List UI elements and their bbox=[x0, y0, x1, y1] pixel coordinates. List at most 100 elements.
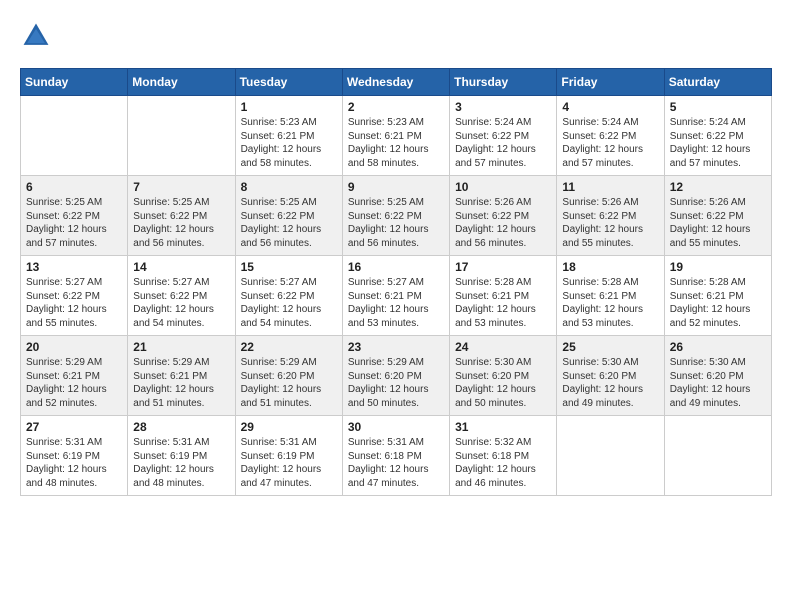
calendar-cell: 9 Sunrise: 5:25 AM Sunset: 6:22 PM Daylig… bbox=[342, 176, 449, 256]
day-info: Sunrise: 5:30 AM Sunset: 6:20 PM Dayligh… bbox=[562, 356, 658, 410]
day-number: 11 bbox=[562, 180, 658, 194]
day-info: Sunrise: 5:27 AM Sunset: 6:22 PM Dayligh… bbox=[241, 276, 337, 330]
day-number: 4 bbox=[562, 100, 658, 114]
calendar-cell: 31 Sunrise: 5:32 AM Sunset: 6:18 PM Dayli… bbox=[450, 416, 557, 496]
day-info: Sunrise: 5:31 AM Sunset: 6:19 PM Dayligh… bbox=[133, 436, 229, 490]
day-number: 15 bbox=[241, 260, 337, 274]
day-info: Sunrise: 5:31 AM Sunset: 6:19 PM Dayligh… bbox=[26, 436, 122, 490]
day-number: 8 bbox=[241, 180, 337, 194]
calendar-cell: 6 Sunrise: 5:25 AM Sunset: 6:22 PM Daylig… bbox=[21, 176, 128, 256]
day-number: 29 bbox=[241, 420, 337, 434]
day-number: 6 bbox=[26, 180, 122, 194]
day-info: Sunrise: 5:25 AM Sunset: 6:22 PM Dayligh… bbox=[26, 196, 122, 250]
day-info: Sunrise: 5:29 AM Sunset: 6:20 PM Dayligh… bbox=[241, 356, 337, 410]
calendar-week-4: 20 Sunrise: 5:29 AM Sunset: 6:21 PM Dayli… bbox=[21, 336, 772, 416]
day-number: 26 bbox=[670, 340, 766, 354]
calendar-cell bbox=[557, 416, 664, 496]
calendar-header-sunday: Sunday bbox=[21, 69, 128, 96]
calendar-cell: 21 Sunrise: 5:29 AM Sunset: 6:21 PM Dayli… bbox=[128, 336, 235, 416]
calendar-header-thursday: Thursday bbox=[450, 69, 557, 96]
day-info: Sunrise: 5:29 AM Sunset: 6:21 PM Dayligh… bbox=[133, 356, 229, 410]
calendar-cell: 7 Sunrise: 5:25 AM Sunset: 6:22 PM Daylig… bbox=[128, 176, 235, 256]
day-info: Sunrise: 5:26 AM Sunset: 6:22 PM Dayligh… bbox=[455, 196, 551, 250]
day-number: 16 bbox=[348, 260, 444, 274]
day-info: Sunrise: 5:30 AM Sunset: 6:20 PM Dayligh… bbox=[455, 356, 551, 410]
day-number: 17 bbox=[455, 260, 551, 274]
calendar-cell: 2Sunrise: 5:23 AM Sunset: 6:21 PM Daylig… bbox=[342, 96, 449, 176]
logo bbox=[20, 20, 58, 52]
day-info: Sunrise: 5:24 AM Sunset: 6:22 PM Dayligh… bbox=[455, 116, 551, 170]
day-info: Sunrise: 5:27 AM Sunset: 6:21 PM Dayligh… bbox=[348, 276, 444, 330]
day-number: 3 bbox=[455, 100, 551, 114]
day-info: Sunrise: 5:28 AM Sunset: 6:21 PM Dayligh… bbox=[562, 276, 658, 330]
calendar-header-wednesday: Wednesday bbox=[342, 69, 449, 96]
calendar-cell: 16 Sunrise: 5:27 AM Sunset: 6:21 PM Dayli… bbox=[342, 256, 449, 336]
calendar-cell: 1 Sunrise: 5:23 AM Sunset: 6:21 PM Daylig… bbox=[235, 96, 342, 176]
calendar-cell: 17 Sunrise: 5:28 AM Sunset: 6:21 PM Dayli… bbox=[450, 256, 557, 336]
day-number: 12 bbox=[670, 180, 766, 194]
day-number: 28 bbox=[133, 420, 229, 434]
day-number: 18 bbox=[562, 260, 658, 274]
page-header bbox=[20, 20, 772, 52]
calendar-week-1: 1 Sunrise: 5:23 AM Sunset: 6:21 PM Daylig… bbox=[21, 96, 772, 176]
day-number: 21 bbox=[133, 340, 229, 354]
day-info: Sunrise: 5:27 AM Sunset: 6:22 PM Dayligh… bbox=[26, 276, 122, 330]
day-info: Sunrise: 5:32 AM Sunset: 6:18 PM Dayligh… bbox=[455, 436, 551, 490]
calendar-cell: 8 Sunrise: 5:25 AM Sunset: 6:22 PM Daylig… bbox=[235, 176, 342, 256]
day-number: 5 bbox=[670, 100, 766, 114]
calendar-cell: 26 Sunrise: 5:30 AM Sunset: 6:20 PM Dayli… bbox=[664, 336, 771, 416]
day-number: 30 bbox=[348, 420, 444, 434]
calendar-cell: 4 Sunrise: 5:24 AM Sunset: 6:22 PM Daylig… bbox=[557, 96, 664, 176]
calendar-table: SundayMondayTuesdayWednesdayThursdayFrid… bbox=[20, 68, 772, 496]
day-info: Sunrise: 5:25 AM Sunset: 6:22 PM Dayligh… bbox=[241, 196, 337, 250]
calendar-cell: 22 Sunrise: 5:29 AM Sunset: 6:20 PM Dayli… bbox=[235, 336, 342, 416]
day-info: Sunrise: 5:30 AM Sunset: 6:20 PM Dayligh… bbox=[670, 356, 766, 410]
calendar-cell: 10 Sunrise: 5:26 AM Sunset: 6:22 PM Dayli… bbox=[450, 176, 557, 256]
day-info: Sunrise: 5:31 AM Sunset: 6:18 PM Dayligh… bbox=[348, 436, 444, 490]
calendar-cell: 12 Sunrise: 5:26 AM Sunset: 6:22 PM Dayli… bbox=[664, 176, 771, 256]
calendar-cell: 23Sunrise: 5:29 AM Sunset: 6:20 PM Dayli… bbox=[342, 336, 449, 416]
calendar-header-saturday: Saturday bbox=[664, 69, 771, 96]
day-info: Sunrise: 5:25 AM Sunset: 6:22 PM Dayligh… bbox=[133, 196, 229, 250]
day-number: 24 bbox=[455, 340, 551, 354]
day-number: 22 bbox=[241, 340, 337, 354]
calendar-cell: 13 Sunrise: 5:27 AM Sunset: 6:22 PM Dayli… bbox=[21, 256, 128, 336]
calendar-header-tuesday: Tuesday bbox=[235, 69, 342, 96]
calendar-cell: 5 Sunrise: 5:24 AM Sunset: 6:22 PM Daylig… bbox=[664, 96, 771, 176]
calendar-header-monday: Monday bbox=[128, 69, 235, 96]
day-info: Sunrise: 5:26 AM Sunset: 6:22 PM Dayligh… bbox=[670, 196, 766, 250]
day-info: Sunrise: 5:26 AM Sunset: 6:22 PM Dayligh… bbox=[562, 196, 658, 250]
day-info: Sunrise: 5:28 AM Sunset: 6:21 PM Dayligh… bbox=[455, 276, 551, 330]
calendar-cell: 29 Sunrise: 5:31 AM Sunset: 6:19 PM Dayli… bbox=[235, 416, 342, 496]
calendar-cell: 25Sunrise: 5:30 AM Sunset: 6:20 PM Dayli… bbox=[557, 336, 664, 416]
day-info: Sunrise: 5:29 AM Sunset: 6:20 PM Dayligh… bbox=[348, 356, 444, 410]
day-number: 14 bbox=[133, 260, 229, 274]
day-number: 10 bbox=[455, 180, 551, 194]
calendar-cell: 27Sunrise: 5:31 AM Sunset: 6:19 PM Dayli… bbox=[21, 416, 128, 496]
calendar-cell: 15 Sunrise: 5:27 AM Sunset: 6:22 PM Dayli… bbox=[235, 256, 342, 336]
calendar-cell: 3 Sunrise: 5:24 AM Sunset: 6:22 PM Daylig… bbox=[450, 96, 557, 176]
day-info: Sunrise: 5:24 AM Sunset: 6:22 PM Dayligh… bbox=[562, 116, 658, 170]
day-number: 31 bbox=[455, 420, 551, 434]
calendar-header-row: SundayMondayTuesdayWednesdayThursdayFrid… bbox=[21, 69, 772, 96]
day-number: 19 bbox=[670, 260, 766, 274]
day-number: 1 bbox=[241, 100, 337, 114]
calendar-header-friday: Friday bbox=[557, 69, 664, 96]
calendar-cell: 20 Sunrise: 5:29 AM Sunset: 6:21 PM Dayli… bbox=[21, 336, 128, 416]
day-number: 2 bbox=[348, 100, 444, 114]
calendar-cell: 19 Sunrise: 5:28 AM Sunset: 6:21 PM Dayli… bbox=[664, 256, 771, 336]
day-number: 20 bbox=[26, 340, 122, 354]
day-number: 7 bbox=[133, 180, 229, 194]
day-number: 9 bbox=[348, 180, 444, 194]
day-info: Sunrise: 5:24 AM Sunset: 6:22 PM Dayligh… bbox=[670, 116, 766, 170]
day-info: Sunrise: 5:29 AM Sunset: 6:21 PM Dayligh… bbox=[26, 356, 122, 410]
calendar-cell: 30 Sunrise: 5:31 AM Sunset: 6:18 PM Dayli… bbox=[342, 416, 449, 496]
day-info: Sunrise: 5:23 AM Sunset: 6:21 PM Dayligh… bbox=[241, 116, 337, 170]
day-info: Sunrise: 5:25 AM Sunset: 6:22 PM Dayligh… bbox=[348, 196, 444, 250]
day-number: 13 bbox=[26, 260, 122, 274]
day-info: Sunrise: 5:31 AM Sunset: 6:19 PM Dayligh… bbox=[241, 436, 337, 490]
day-info: Sunrise: 5:28 AM Sunset: 6:21 PM Dayligh… bbox=[670, 276, 766, 330]
calendar-cell: 18 Sunrise: 5:28 AM Sunset: 6:21 PM Dayli… bbox=[557, 256, 664, 336]
calendar-cell: 11 Sunrise: 5:26 AM Sunset: 6:22 PM Dayli… bbox=[557, 176, 664, 256]
calendar-cell bbox=[664, 416, 771, 496]
